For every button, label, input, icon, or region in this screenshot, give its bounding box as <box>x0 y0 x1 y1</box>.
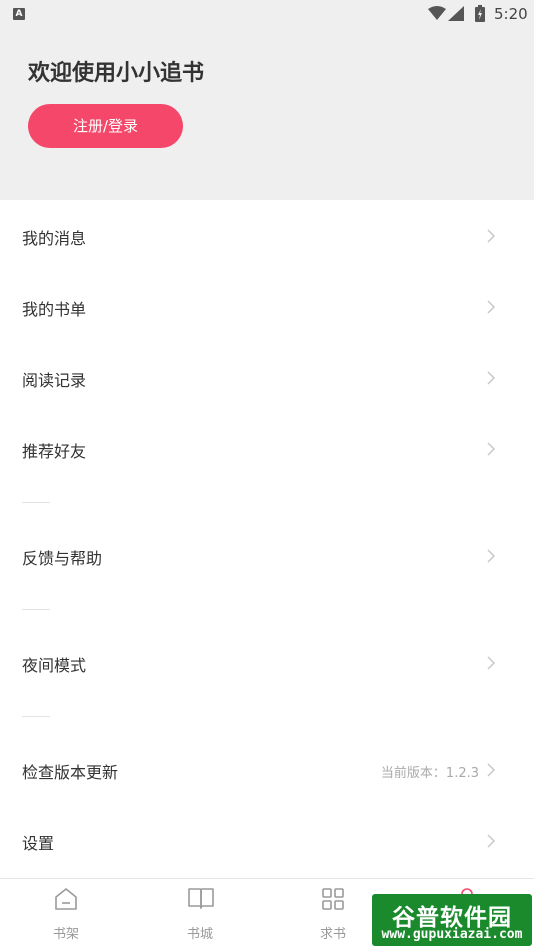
chevron-right-icon <box>487 229 496 243</box>
home-icon <box>55 888 77 910</box>
tab-label: 书城 <box>186 927 213 942</box>
tab-request-book[interactable]: 求书 <box>298 879 368 949</box>
menu-item-label: 推荐好友 <box>22 442 87 461</box>
section-divider <box>22 716 50 717</box>
signal-icon <box>448 6 464 21</box>
wifi-icon <box>428 6 446 20</box>
battery-icon <box>475 5 485 22</box>
status-bar: A 5:20 <box>0 0 534 28</box>
menu-item-night-mode[interactable]: 夜间模式 <box>0 634 534 692</box>
login-register-button[interactable]: 注册/登录 <box>28 104 183 148</box>
menu-item-messages[interactable]: 我的消息 <box>0 207 534 265</box>
tab-bookstore[interactable]: 书城 <box>165 879 235 949</box>
grid-icon <box>322 888 344 910</box>
current-version: 当前版本：1.2.3 <box>380 766 479 781</box>
chevron-right-icon <box>487 300 496 314</box>
chevron-right-icon <box>487 763 496 777</box>
chevron-right-icon <box>487 656 496 670</box>
menu-item-label: 检查版本更新 <box>22 763 119 782</box>
menu-item-booklist[interactable]: 我的书单 <box>0 278 534 336</box>
tab-label: 书架 <box>52 927 79 942</box>
menu-item-label: 反馈与帮助 <box>22 549 103 568</box>
watermark-url: www.gupuxiazai.com <box>381 927 523 942</box>
profile-header: 欢迎使用小小追书 注册/登录 <box>0 28 534 200</box>
chevron-right-icon <box>487 371 496 385</box>
tab-label: 求书 <box>319 927 346 942</box>
tab-bookshelf[interactable]: 书架 <box>31 879 101 949</box>
chevron-right-icon <box>487 549 496 563</box>
menu-item-label: 夜间模式 <box>22 656 87 675</box>
menu-item-settings[interactable]: 设置 <box>0 812 534 870</box>
watermark-logo: 谷普软件园 www.gupuxiazai.com <box>372 894 532 946</box>
book-icon <box>188 888 214 909</box>
section-divider <box>22 609 50 610</box>
chevron-right-icon <box>487 834 496 848</box>
section-divider <box>22 502 50 503</box>
menu-item-label: 我的消息 <box>22 229 87 248</box>
clock: 5:20 <box>494 5 528 23</box>
menu-item-feedback-help[interactable]: 反馈与帮助 <box>0 527 534 585</box>
menu-item-label: 我的书单 <box>22 300 87 319</box>
notification-indicator: A <box>13 8 25 20</box>
menu-item-check-update[interactable]: 检查版本更新 当前版本：1.2.3 <box>0 741 534 799</box>
menu-item-label: 阅读记录 <box>22 371 87 390</box>
menu-item-recommend-friends[interactable]: 推荐好友 <box>0 420 534 478</box>
menu-item-label: 设置 <box>22 834 55 853</box>
menu-item-reading-history[interactable]: 阅读记录 <box>0 349 534 407</box>
welcome-title: 欢迎使用小小追书 <box>28 61 205 86</box>
chevron-right-icon <box>487 442 496 456</box>
